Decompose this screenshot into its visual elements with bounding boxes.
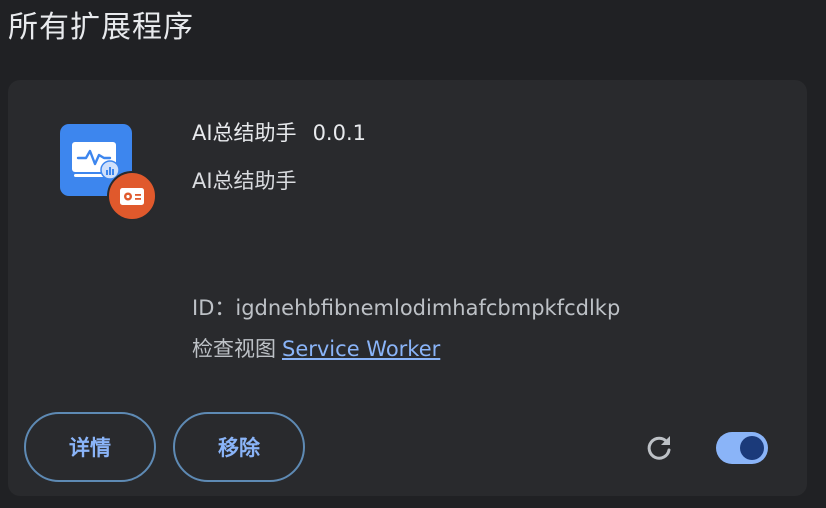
inspect-views-row: 检查视图 Service Worker <box>192 334 440 364</box>
extension-card: AI总结助手 0.0.1 AI总结助手 ID：igdnehbfibnemlodim… <box>8 80 807 496</box>
remove-button[interactable]: 移除 <box>173 412 305 482</box>
extensions-page: 所有扩展程序 AI总结助手 0.0.1 AI总结助手 ID：igdnehbfib… <box>0 0 826 508</box>
toggle-knob <box>740 436 764 460</box>
section-title: 所有扩展程序 <box>8 10 194 45</box>
service-worker-link[interactable]: Service Worker <box>282 337 440 361</box>
reload-icon[interactable] <box>641 430 677 466</box>
extension-name: AI总结助手 <box>192 121 297 145</box>
extension-name-row: AI总结助手 0.0.1 <box>192 118 366 148</box>
extension-id-label: ID： <box>192 296 236 320</box>
enable-toggle[interactable] <box>716 432 768 464</box>
extension-description: AI总结助手 <box>192 169 297 193</box>
extension-id-row: ID：igdnehbfibnemlodimhafcbmpkfcdlkp <box>192 293 620 323</box>
extension-version: 0.0.1 <box>312 121 366 145</box>
details-button[interactable]: 详情 <box>24 412 156 482</box>
extension-id-value: igdnehbfibnemlodimhafcbmpkfcdlkp <box>235 296 621 320</box>
screen-record-icon <box>107 171 157 221</box>
inspect-views-label: 检查视图 <box>192 337 276 361</box>
